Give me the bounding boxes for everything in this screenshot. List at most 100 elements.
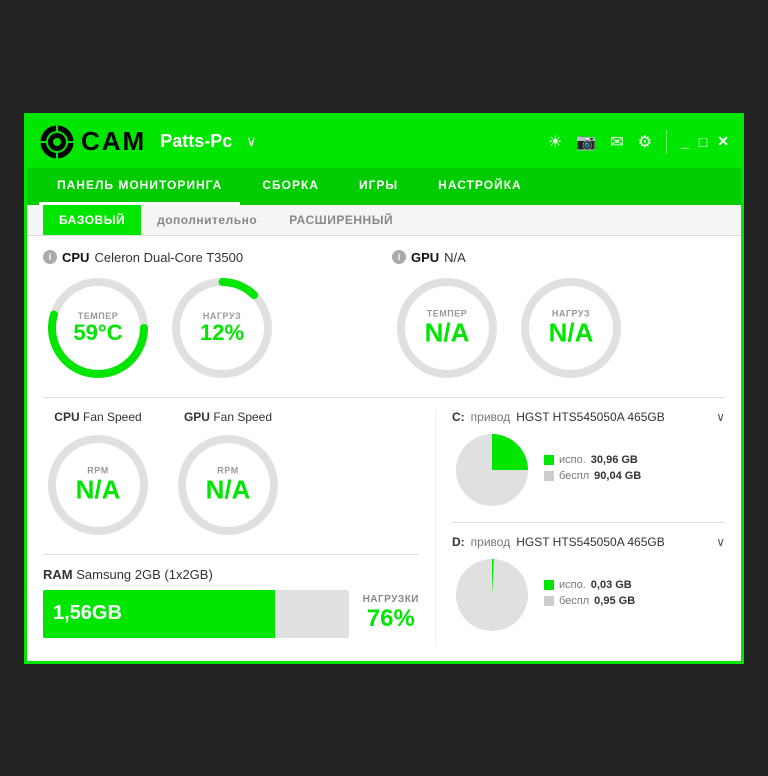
ram-load-label: НАГРУЗКИ: [363, 594, 419, 605]
title-bar: CAM Patts-Pc ∨ ☀ 📷 ✉ ⚙ _ □ ✕: [27, 116, 741, 168]
disk-c-used-label: испо.: [559, 454, 586, 466]
tab-build[interactable]: СБОРКА: [244, 168, 337, 205]
subtab-basic[interactable]: БАЗОВЫЙ: [43, 205, 141, 235]
cpu-fan-label: CPU Fan Speed: [54, 410, 141, 424]
camera-icon[interactable]: 📷: [576, 132, 596, 152]
ram-header: RAM Samsung 2GB (1x2GB): [43, 567, 419, 582]
gpu-fan-label: GPU Fan Speed: [184, 410, 272, 424]
disk-d-free-label: беспл: [559, 595, 589, 607]
tab-games[interactable]: ИГРЫ: [341, 168, 416, 205]
gpu-fan-item: GPU Fan Speed RPM N/A: [173, 410, 283, 540]
mail-icon[interactable]: ✉: [610, 132, 623, 152]
disk-d-header: D: привод HGST HTS545050A 465GB ∨: [452, 535, 725, 549]
cpu-temp-gauge: ТЕМПЕР 59°C: [43, 273, 153, 383]
disk-d-name: HGST HTS545050A 465GB: [516, 535, 665, 549]
brightness-icon[interactable]: ☀: [548, 132, 562, 152]
sub-tabs: БАЗОВЫЙ дополнительно РАСШИРЕННЫЙ: [27, 205, 741, 236]
ram-bar-container: 1,56GB НАГРУЗКИ 76%: [43, 590, 419, 638]
logo: CAM: [39, 124, 146, 160]
app-window: CAM Patts-Pc ∨ ☀ 📷 ✉ ⚙ _ □ ✕ ПАНЕЛЬ МОНИ…: [24, 113, 744, 664]
ram-load: НАГРУЗКИ 76%: [363, 594, 419, 633]
cpu-info-icon[interactable]: i: [43, 250, 57, 264]
cpu-fan-item: CPU Fan Speed RPM N/A: [43, 410, 153, 540]
logo-text: CAM: [81, 126, 146, 157]
divider-3: [452, 522, 725, 523]
divider-1: [43, 397, 725, 398]
divider-2: [43, 554, 419, 555]
disk-c-content: испо. 30,96 GB беспл 90,04 GB: [452, 430, 725, 510]
cpu-fan-value: N/A: [76, 474, 121, 504]
disk-c-free-label: беспл: [559, 470, 589, 482]
disk-d-free-value: 0,95 GB: [594, 595, 635, 607]
fan-row: CPU Fan Speed RPM N/A: [43, 410, 419, 540]
gpu-label: i GPU N/A: [392, 250, 725, 265]
close-button[interactable]: ✕: [717, 133, 729, 150]
minimize-button[interactable]: _: [681, 134, 689, 150]
disk-c-legend: испо. 30,96 GB беспл 90,04 GB: [544, 454, 641, 486]
gpu-load-inner: НАГРУЗ N/A: [549, 308, 594, 347]
disk-c-letter: C:: [452, 410, 465, 424]
gpu-load-value: N/A: [549, 317, 594, 347]
gpu-section-title: GPU: [411, 250, 439, 265]
ram-used-value: 1,56GB: [53, 602, 122, 625]
settings-icon[interactable]: ⚙: [638, 132, 652, 152]
disk-d-free-dot: [544, 596, 554, 606]
subtab-extended[interactable]: РАСШИРЕННЫЙ: [273, 205, 409, 235]
subtab-additional[interactable]: дополнительно: [141, 205, 273, 235]
cpu-fan-inner: RPM N/A: [76, 465, 121, 504]
cpu-temp-inner: ТЕМПЕР 59°C: [73, 310, 122, 344]
gpu-fan-inner: RPM N/A: [206, 465, 251, 504]
disk-c-pie: [452, 430, 532, 510]
cpu-load-value: 12%: [200, 319, 244, 344]
disk-c-free-dot: [544, 471, 554, 481]
cpu-temp-value: 59°C: [73, 319, 122, 344]
disk-d-legend: испо. 0,03 GB беспл 0,95 GB: [544, 579, 635, 611]
disk-d-free-item: беспл 0,95 GB: [544, 595, 635, 607]
ram-load-value: 76%: [363, 605, 419, 633]
tab-settings[interactable]: НАСТРОЙКА: [420, 168, 540, 205]
cam-logo-icon: [39, 124, 75, 160]
title-icons: ☀ 📷 ✉ ⚙ _ □ ✕: [548, 130, 729, 154]
nav-tabs: ПАНЕЛЬ МОНИТОРИНГА СБОРКА ИГРЫ НАСТРОЙКА: [27, 168, 741, 205]
main-content: i CPU Celeron Dual-Core T3500 ТЕ: [27, 236, 741, 661]
disk-d-content: испо. 0,03 GB беспл 0,95 GB: [452, 555, 725, 635]
gpu-gauges: ТЕМПЕР N/A НАГРУЗ: [392, 273, 725, 383]
gpu-load-gauge: НАГРУЗ N/A: [516, 273, 626, 383]
disk-d-chevron[interactable]: ∨: [716, 535, 725, 549]
ram-bar-inner: 1,56GB: [43, 590, 275, 638]
disk-d-section: D: привод HGST HTS545050A 465GB ∨: [452, 535, 725, 635]
disk-c-type: привод: [471, 410, 511, 424]
cpu-gauges: ТЕМПЕР 59°C НАГ: [43, 273, 376, 383]
disk-c-used-dot: [544, 455, 554, 465]
disk-d-pie: [452, 555, 532, 635]
disk-c-header: C: привод HGST HTS545050A 465GB ∨: [452, 410, 725, 424]
disk-c-free-item: беспл 90,04 GB: [544, 470, 641, 482]
cpu-temp-gauge-wrapper: ТЕМПЕР 59°C: [43, 273, 153, 383]
gpu-temp-gauge-wrapper: ТЕМПЕР N/A: [392, 273, 502, 383]
disk-c-used-value: 30,96 GB: [591, 454, 638, 466]
tab-monitoring[interactable]: ПАНЕЛЬ МОНИТОРИНГА: [39, 168, 240, 205]
gpu-name: N/A: [444, 250, 466, 265]
right-panel: C: привод HGST HTS545050A 465GB ∨: [435, 410, 725, 647]
bottom-row: CPU Fan Speed RPM N/A: [43, 410, 725, 647]
cpu-section-title: CPU: [62, 250, 89, 265]
cpu-load-gauge-wrapper: НАГРУЗ 12%: [167, 273, 277, 383]
pc-name: Patts-Pc: [160, 131, 232, 152]
cpu-load-gauge: НАГРУЗ 12%: [167, 273, 277, 383]
pc-dropdown-chevron[interactable]: ∨: [246, 133, 256, 150]
ram-section: RAM Samsung 2GB (1x2GB) 1,56GB НАГРУЗКИ …: [43, 567, 419, 638]
gpu-temp-gauge: ТЕМПЕР N/A: [392, 273, 502, 383]
cpu-gpu-row: i CPU Celeron Dual-Core T3500 ТЕ: [43, 250, 725, 383]
ram-bar-outer: 1,56GB: [43, 590, 349, 638]
gpu-section: i GPU N/A ТЕМПЕР N/A: [392, 250, 725, 383]
maximize-button[interactable]: □: [699, 134, 707, 150]
gpu-fan-gauge: RPM N/A: [173, 430, 283, 540]
gpu-info-icon[interactable]: i: [392, 250, 406, 264]
left-panel: CPU Fan Speed RPM N/A: [43, 410, 435, 647]
disk-c-chevron[interactable]: ∨: [716, 410, 725, 424]
disk-c-name: HGST HTS545050A 465GB: [516, 410, 665, 424]
gpu-fan-value: N/A: [206, 474, 251, 504]
disk-d-type: привод: [471, 535, 511, 549]
disk-c-section: C: привод HGST HTS545050A 465GB ∨: [452, 410, 725, 510]
gpu-temp-value: N/A: [425, 317, 470, 347]
